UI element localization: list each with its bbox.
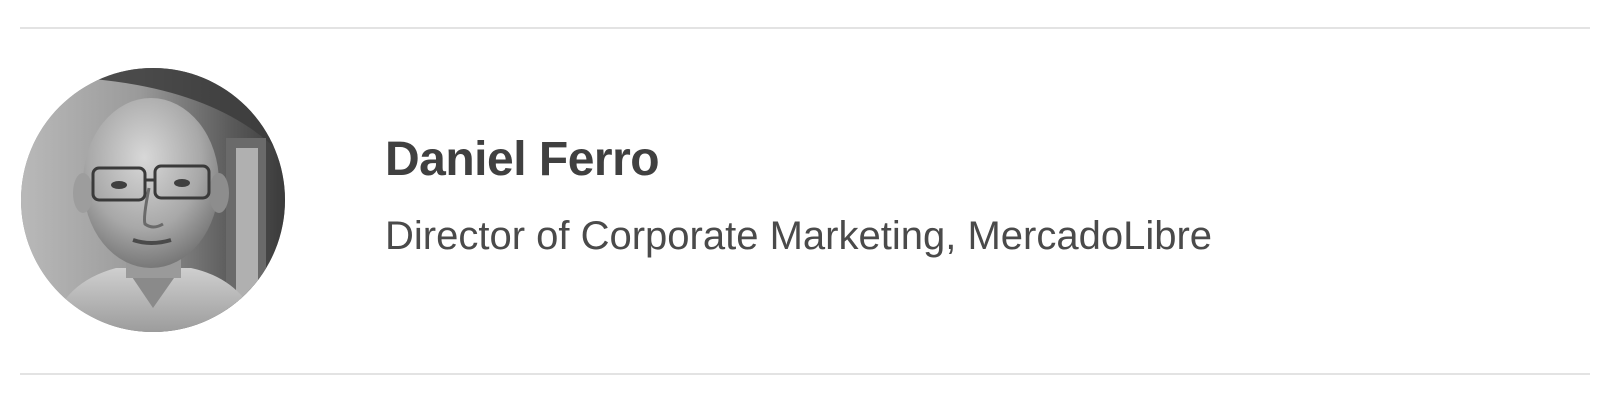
profile-info: Daniel Ferro Director of Corporate Marke… [385, 132, 1212, 260]
person-name: Daniel Ferro [385, 133, 660, 186]
person-photo-icon [21, 68, 285, 332]
top-divider [20, 27, 1590, 29]
avatar [21, 68, 285, 332]
bottom-divider [20, 373, 1590, 375]
profile-card: Daniel Ferro Director of Corporate Marke… [0, 0, 1600, 415]
person-title: Director of Corporate Marketing, Mercado… [385, 214, 1213, 258]
